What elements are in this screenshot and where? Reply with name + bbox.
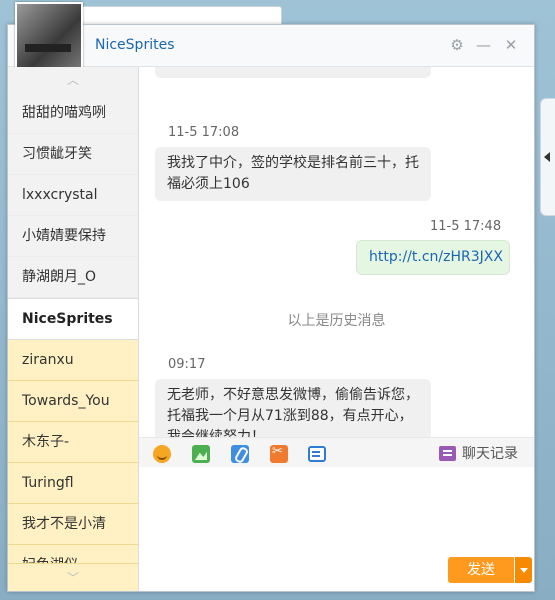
history-divider: 以上是历史消息 — [287, 313, 386, 329]
message-link[interactable]: http://t.cn/zHR3JXX — [369, 249, 503, 265]
conversation-item[interactable]: 习惯龇牙笑 — [8, 134, 138, 175]
message-timestamp: 09:17 — [168, 357, 206, 372]
conversation-item-unread[interactable]: 木东子- — [8, 422, 138, 463]
chat-window: NiceSprites ⚙ — ✕ ︿ 甜甜的喵鸡咧 习惯龇牙笑 lxxxcry… — [7, 2, 535, 592]
conversation-item-unread[interactable]: Towards_You — [8, 381, 138, 422]
conversation-item-active[interactable]: NiceSprites — [8, 298, 138, 340]
title-bar: NiceSprites ⚙ — ✕ — [8, 2, 534, 70]
conversation-item[interactable]: 小婧婧要保持 — [8, 216, 138, 257]
message-timestamp: 11-5 17:08 — [168, 125, 240, 140]
screenshot-icon[interactable] — [270, 444, 288, 463]
close-icon[interactable]: ✕ — [504, 38, 518, 53]
more-icon[interactable] — [308, 446, 326, 462]
chat-history-icon — [439, 445, 456, 461]
message-area: 老师我还有一个月时间，我该怎么突破呢 11-5 17:08 我找了中介，签的学校… — [139, 67, 534, 437]
gear-icon[interactable]: ⚙ — [450, 38, 464, 53]
message-timestamp: 11-5 17:48 — [430, 219, 502, 234]
scroll-up-icon[interactable]: ︿ — [8, 67, 138, 93]
send-button[interactable]: 发送 — [448, 557, 514, 583]
avatar[interactable] — [15, 2, 83, 70]
input-toolbar: 聊天记录 — [139, 437, 534, 468]
conversation-item[interactable]: 静湖朗月_O — [8, 257, 138, 298]
message-bubble-partial: 老师我还有一个月时间，我该怎么突破呢 — [155, 67, 431, 78]
chat-history-label: 聊天记录 — [462, 446, 518, 462]
attach-icon[interactable] — [231, 445, 249, 463]
message-input[interactable]: 发送 — [139, 467, 534, 591]
conversation-list: ︿ 甜甜的喵鸡咧 习惯龇牙笑 lxxxcrystal 小婧婧要保持 静湖朗月_O… — [8, 67, 139, 591]
conversation-item-unread[interactable]: Turingfl — [8, 463, 138, 504]
emoji-icon[interactable] — [153, 445, 171, 463]
send-options-chevron-down-icon[interactable] — [515, 557, 532, 583]
conversation-item[interactable]: lxxxcrystal — [8, 175, 138, 216]
conversation-item-unread[interactable]: 我才不是小清 — [8, 504, 138, 545]
background-search-bar — [73, 6, 282, 26]
contact-name[interactable]: NiceSprites — [95, 37, 175, 53]
image-icon[interactable] — [192, 445, 210, 463]
collapse-arrow-icon — [544, 152, 550, 162]
scroll-down-icon[interactable]: ﹀ — [8, 563, 138, 591]
conversation-item[interactable]: 甜甜的喵鸡咧 — [8, 93, 138, 134]
message-bubble-outgoing: http://t.cn/zHR3JXX — [356, 240, 510, 275]
message-bubble-incoming: 我找了中介，签的学校是排名前三十，托福必须上106 — [155, 147, 431, 201]
chat-history-button[interactable]: 聊天记录 — [439, 443, 518, 463]
minimize-icon[interactable]: — — [476, 38, 491, 53]
message-bubble-incoming: 无老师，不好意思发微博，偷偷告诉您，托福我一个月从71涨到88，有点开心，我会继… — [155, 379, 431, 437]
conversation-item-unread[interactable]: ziranxu — [8, 340, 138, 381]
